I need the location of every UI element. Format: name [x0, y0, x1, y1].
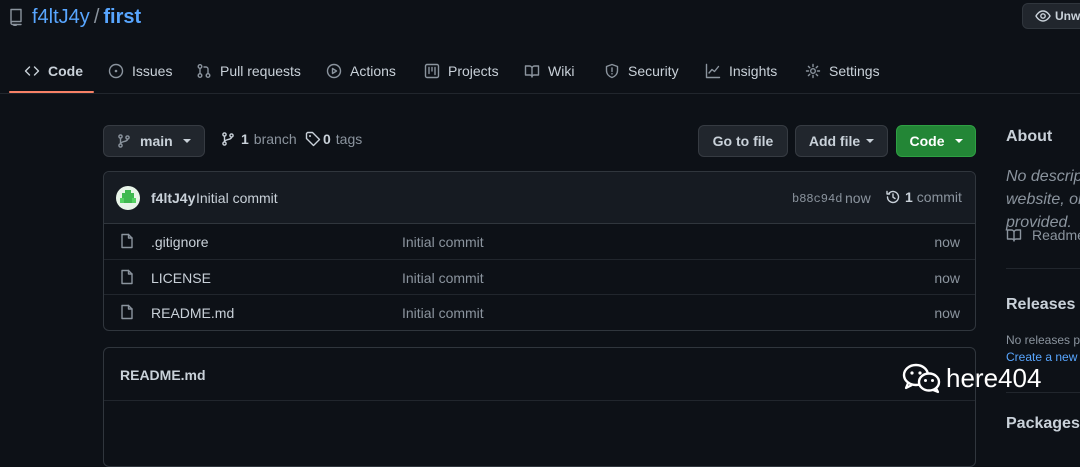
branch-name: main — [140, 133, 173, 149]
tab-issues-label: Issues — [132, 63, 173, 79]
tags-link[interactable]: 0 tags — [305, 131, 362, 147]
branch-icon — [220, 131, 236, 147]
tabs-divider — [0, 93, 1080, 94]
gear-icon — [805, 63, 821, 79]
commit-count: 1 — [905, 189, 913, 205]
readme-link-label: Readme — [1032, 227, 1080, 243]
file-age: now — [934, 305, 960, 321]
shield-icon — [604, 63, 620, 79]
play-icon — [326, 63, 342, 79]
tab-pull-requests[interactable]: Pull requests — [196, 56, 301, 86]
tab-issues[interactable]: Issues — [108, 56, 172, 86]
tag-count: 0 — [323, 131, 331, 147]
file-name[interactable]: README.md — [151, 305, 234, 321]
commit-count-word: commit — [916, 189, 962, 205]
chevron-down-icon — [182, 139, 191, 143]
tab-security[interactable]: Security — [604, 56, 679, 86]
commit-author[interactable]: f4ltJ4y — [151, 190, 195, 206]
code-icon — [24, 63, 40, 79]
file-icon — [120, 269, 134, 285]
packages-heading[interactable]: Packages — [1006, 415, 1080, 433]
commit-history-link[interactable]: 1 commit — [885, 189, 962, 205]
add-file-button[interactable]: Add file — [795, 125, 888, 157]
file-age: now — [934, 234, 960, 250]
path-separator: / — [93, 6, 100, 28]
file-icon — [120, 233, 134, 249]
book-icon — [1006, 227, 1022, 243]
chevron-down-icon — [954, 139, 963, 143]
eye-icon — [1035, 9, 1051, 23]
readme-divider — [104, 400, 975, 401]
tag-word: tags — [335, 131, 363, 147]
repo-name-link[interactable]: first — [103, 6, 141, 28]
file-row[interactable]: LICENSE Initial commit now — [104, 259, 975, 294]
watermark-text: here404 — [946, 362, 1042, 393]
file-commit-message[interactable]: Initial commit — [402, 305, 484, 321]
add-file-label: Add file — [808, 133, 861, 149]
code-download-button[interactable]: Code — [896, 125, 976, 157]
tab-settings[interactable]: Settings — [805, 56, 880, 86]
tab-projects-label: Projects — [448, 63, 499, 79]
issue-icon — [108, 63, 124, 79]
file-name[interactable]: .gitignore — [151, 234, 209, 250]
branches-link[interactable]: 1 branch — [220, 131, 297, 147]
tab-code[interactable]: Code — [24, 56, 83, 86]
tab-settings-label: Settings — [829, 63, 880, 79]
project-icon — [424, 63, 440, 79]
branch-word: branch — [253, 131, 297, 147]
file-icon — [120, 304, 134, 320]
file-commit-message[interactable]: Initial commit — [402, 234, 484, 250]
commit-age: now — [845, 190, 871, 206]
branch-icon — [116, 133, 132, 149]
book-icon — [524, 63, 540, 79]
file-row[interactable]: README.md Initial commit now — [104, 294, 975, 329]
branch-count: 1 — [241, 131, 249, 147]
go-to-file-label: Go to file — [712, 133, 774, 149]
file-row[interactable]: .gitignore Initial commit now — [104, 224, 975, 259]
about-heading: About — [1006, 128, 1053, 145]
tab-wiki-label: Wiki — [548, 63, 575, 79]
readme-link[interactable]: Readme — [1006, 227, 1080, 243]
tag-icon — [305, 131, 321, 147]
wechat-icon — [902, 362, 942, 394]
commit-sha[interactable]: b88c94d — [792, 192, 842, 206]
chevron-down-icon — [866, 139, 875, 143]
history-icon — [885, 189, 901, 205]
file-commit-message[interactable]: Initial commit — [402, 270, 484, 286]
branch-select-button[interactable]: main — [103, 125, 205, 157]
tab-insights-label: Insights — [729, 63, 778, 79]
tab-actions-label: Actions — [350, 63, 396, 79]
no-releases-text: No releases published — [1006, 333, 1080, 347]
graph-icon — [705, 63, 721, 79]
watermark: here404 — [902, 362, 1041, 394]
releases-heading[interactable]: Releases — [1006, 296, 1075, 314]
unwatch-button[interactable]: Unwatch — [1022, 3, 1080, 29]
latest-commit-bar: f4ltJ4y Initial commit b88c94d now 1 comm… — [104, 172, 975, 224]
about-description: No description, website, or topics provi… — [1006, 168, 1080, 231]
tab-wiki[interactable]: Wiki — [524, 56, 574, 86]
file-age: now — [934, 270, 960, 286]
repo-owner-link[interactable]: f4ltJ4y — [32, 6, 90, 28]
repo-breadcrumb: f4ltJ4y / first — [32, 6, 141, 29]
readme-title: README.md — [120, 367, 206, 383]
code-button-label: Code — [909, 133, 945, 149]
tab-actions[interactable]: Actions — [326, 56, 396, 86]
tab-code-label: Code — [48, 63, 83, 79]
tab-security-label: Security — [628, 63, 679, 79]
tab-pull-requests-label: Pull requests — [220, 63, 301, 79]
repo-icon — [9, 8, 23, 26]
go-to-file-button[interactable]: Go to file — [698, 125, 788, 157]
unwatch-label: Unwatch — [1055, 9, 1080, 23]
tab-projects[interactable]: Projects — [424, 56, 499, 86]
pull-request-icon — [196, 63, 212, 79]
commit-message[interactable]: Initial commit — [196, 190, 278, 206]
sidebar-divider — [1006, 268, 1080, 269]
file-name[interactable]: LICENSE — [151, 270, 211, 286]
tab-insights[interactable]: Insights — [705, 56, 777, 86]
readme-panel: README.md — [103, 347, 976, 467]
file-browser: f4ltJ4y Initial commit b88c94d now 1 comm… — [103, 171, 976, 331]
avatar[interactable] — [116, 186, 140, 210]
